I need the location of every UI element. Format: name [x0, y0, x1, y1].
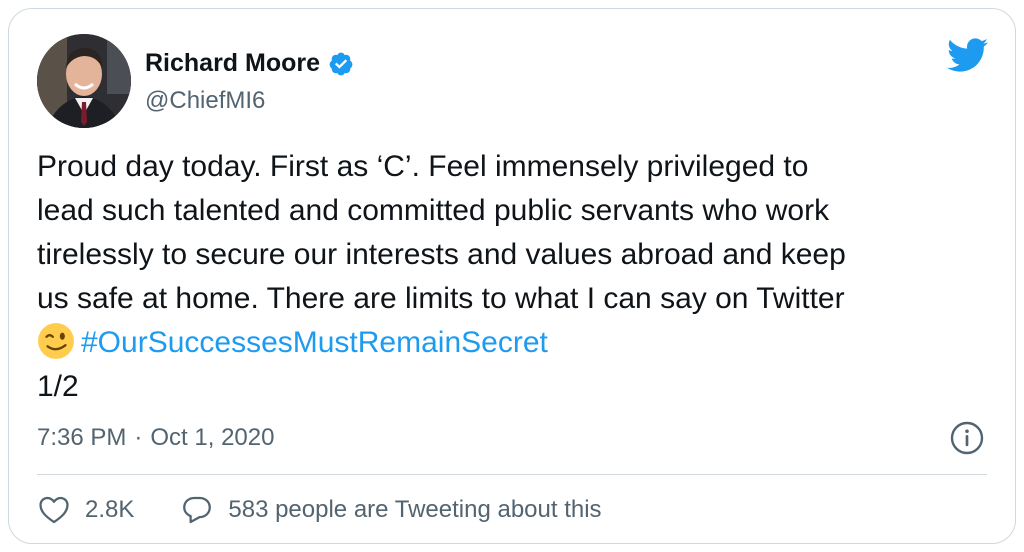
tweet-text-line: lead such talented and committed public …: [37, 194, 830, 227]
avatar[interactable]: [37, 34, 131, 128]
conversation-button[interactable]: 583 people are Tweeting about this: [180, 493, 602, 527]
tweet-card: Richard Moore @ChiefMI6 Proud day today.…: [8, 8, 1016, 544]
tweet-date[interactable]: Oct 1, 2020: [150, 424, 274, 452]
info-icon[interactable]: [949, 420, 985, 456]
author-handle[interactable]: @ChiefMI6: [145, 87, 265, 115]
tweet-text: Proud day today. First as ‘C’. Feel imme…: [37, 145, 997, 409]
conversation-text: 583 people are Tweeting about this: [228, 496, 602, 523]
twitter-bird-icon[interactable]: [945, 37, 989, 73]
tweet-text-line: Proud day today. First as ‘C’. Feel imme…: [37, 150, 809, 183]
author-name[interactable]: Richard Moore: [145, 49, 320, 78]
heart-icon[interactable]: [37, 493, 71, 527]
author-name-row[interactable]: Richard Moore: [145, 49, 354, 78]
like-count: 2.8K: [85, 496, 135, 523]
hashtag-link[interactable]: #OurSuccessesMustRemainSecret: [81, 326, 548, 359]
winking-face-icon: [38, 323, 74, 359]
divider: [37, 474, 987, 475]
tweet-timestamp[interactable]: 7:36 PM · Oct 1, 2020: [37, 424, 274, 452]
tweet-text-line: #OurSuccessesMustRemainSecret: [37, 321, 997, 365]
tweet-text-line: us safe at home. There are limits to wha…: [37, 282, 845, 315]
reply-bubble-icon[interactable]: [180, 493, 214, 527]
action-bar: 2.8K 583 people are Tweeting about this: [37, 493, 602, 527]
like-button[interactable]: 2.8K: [37, 493, 134, 527]
tweet-time[interactable]: 7:36 PM: [37, 424, 126, 452]
meta-separator: ·: [134, 424, 143, 451]
verified-badge-icon: [329, 52, 353, 75]
tweet-text-line: tirelessly to secure our interests and v…: [37, 238, 846, 271]
tweet-text-line: 1/2: [37, 370, 79, 403]
